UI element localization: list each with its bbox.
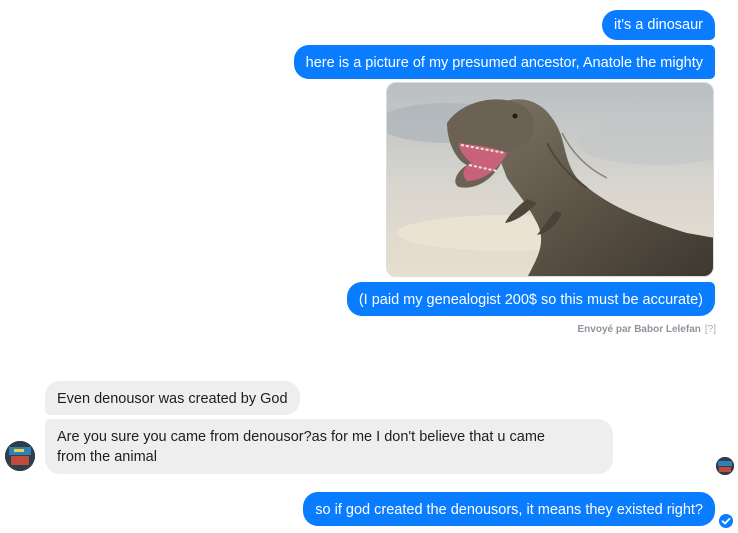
- check-circle-icon: [719, 514, 733, 528]
- checkmark: [721, 517, 731, 525]
- outgoing-message[interactable]: here is a picture of my presumed ancesto…: [293, 45, 715, 79]
- incoming-message-line: from the animal: [57, 449, 157, 465]
- outgoing-message[interactable]: so if god created the denousors, it mean…: [303, 492, 715, 526]
- outgoing-message[interactable]: it's a dinosaur: [601, 10, 715, 40]
- incoming-message-line: Are you sure you came from denousor?as f…: [57, 429, 545, 445]
- t-rex-image: [387, 83, 713, 276]
- incoming-message[interactable]: Even denousor was created by God: [45, 381, 300, 415]
- dinosaur-photo[interactable]: [386, 82, 714, 277]
- sent-by-caption: Envoyé par Babor Lelefan [?]: [578, 324, 717, 335]
- seen-avatar-picture: [716, 457, 734, 475]
- conversation-thread: it's a dinosaur here is a picture of my …: [0, 0, 738, 533]
- outgoing-message[interactable]: (I paid my genealogist 200$ so this must…: [346, 282, 715, 316]
- help-link[interactable]: [?]: [705, 324, 716, 335]
- avatar-picture: [5, 441, 35, 471]
- seen-avatar: [716, 457, 734, 475]
- contact-avatar[interactable]: [5, 441, 35, 471]
- sent-by-label: Envoyé par Babor Lelefan: [577, 324, 701, 335]
- incoming-message[interactable]: Are you sure you came from denousor?as f…: [45, 419, 613, 474]
